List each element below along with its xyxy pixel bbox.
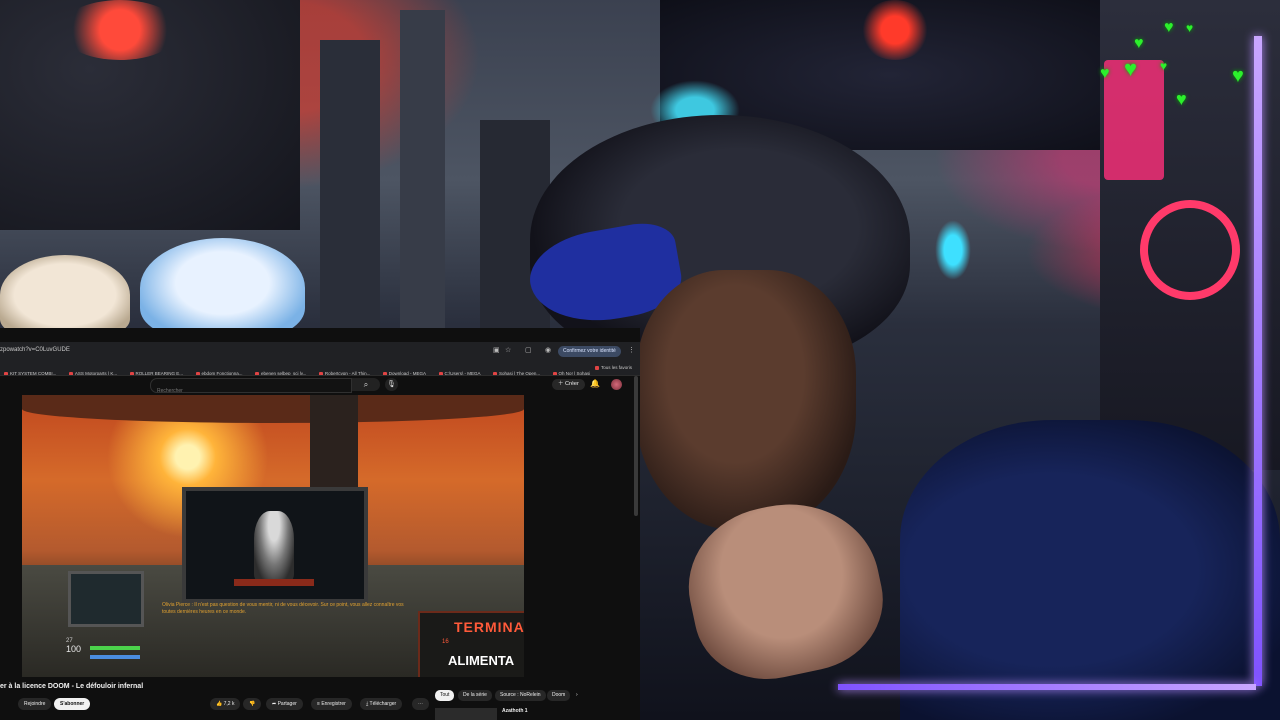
subscribe-button[interactable]: S'abonner xyxy=(54,698,91,710)
browser-window: zpowatch?v=C0LuvGUDE ▣ ☆ ▢ ◉ Confirmez v… xyxy=(0,328,640,720)
create-label: Créer xyxy=(565,381,579,387)
star-icon[interactable]: ☆ xyxy=(505,347,512,354)
like-count: 7,2 k xyxy=(223,701,235,707)
streamer-body xyxy=(900,420,1280,720)
heart-icon: ♥ xyxy=(1186,21,1194,35)
avatar[interactable] xyxy=(611,379,622,390)
all-bookmarks[interactable]: Tous les favoris xyxy=(595,365,632,370)
health-bar xyxy=(90,646,140,650)
bookmarks-bar: KIT SYSTEM COMBI... ASS Motorparts | K..… xyxy=(0,362,640,376)
notifications-bell-icon[interactable]: 🔔 xyxy=(590,379,600,388)
game-hud: 27 100 xyxy=(66,638,140,659)
recommended-thumbnail[interactable] xyxy=(435,708,497,720)
create-button[interactable]: ＋ Créer xyxy=(552,379,585,390)
recommended-title[interactable]: Azathoth 1 xyxy=(502,708,528,714)
game-monitor xyxy=(182,487,368,603)
webcam-frame-border xyxy=(1254,36,1262,686)
chip-series[interactable]: De la série xyxy=(458,690,492,701)
share-label: Partager xyxy=(277,701,297,707)
video-player[interactable]: Olivia Pierce : Il n'est pas question de… xyxy=(22,395,524,677)
game-character-nameplate xyxy=(234,579,314,586)
plush-toy xyxy=(140,238,305,338)
install-icon[interactable]: ▣ xyxy=(493,347,500,354)
streamer-face xyxy=(636,270,856,530)
dislike-button[interactable]: 👎 xyxy=(243,698,262,710)
health-value: 100 xyxy=(66,644,82,654)
heart-icon: ♥ xyxy=(1160,59,1168,73)
url-text[interactable]: zpowatch?v=C0LuvGUDE xyxy=(0,347,70,353)
join-button[interactable]: Rejoindre xyxy=(18,698,52,710)
search-icon[interactable]: ⌕ xyxy=(352,378,380,391)
extensions-icon[interactable]: ▢ xyxy=(525,347,532,354)
search-box[interactable] xyxy=(150,378,353,398)
game-scene-ceiling xyxy=(22,395,524,423)
profile-icon[interactable]: ◉ xyxy=(545,347,552,354)
menu-icon[interactable]: ⋮ xyxy=(628,347,635,354)
like-button[interactable]: 👍 7,2 k xyxy=(210,698,241,710)
webcam-frame-border xyxy=(838,684,1256,690)
terminal-title: TERMINA xyxy=(454,619,524,635)
heart-icon: ♥ xyxy=(1164,19,1174,36)
video-title: er à la licence DOOM - Le défouloir infe… xyxy=(0,683,144,690)
youtube-header: ⌕ 🎙 ＋ Créer 🔔 xyxy=(0,376,640,398)
mic-icon[interactable]: 🎙 xyxy=(385,378,398,391)
confirm-identity-button[interactable]: Confirmez votre identité xyxy=(558,346,621,357)
game-tablet xyxy=(68,571,144,627)
plush-toy xyxy=(0,255,130,335)
heart-icon: ♥ xyxy=(1100,65,1110,82)
neon-logo xyxy=(1140,200,1240,300)
chip-doom[interactable]: Doom xyxy=(547,690,571,701)
save-button[interactable]: ≡ Enregistrer xyxy=(311,698,352,710)
chevron-right-icon[interactable]: › xyxy=(571,690,583,701)
neon-sign xyxy=(60,0,180,60)
terminal-subtitle: ALIMENTA xyxy=(448,653,515,668)
download-button[interactable]: ⤓ Télécharger xyxy=(360,698,403,710)
save-label: Enregistrer xyxy=(321,701,346,707)
neon-light xyxy=(935,220,971,280)
chip-all[interactable]: Tout xyxy=(435,690,455,701)
neon-sign xyxy=(860,0,930,60)
chip-source[interactable]: Source : NoRelein xyxy=(495,690,546,701)
heart-icon: ♥ xyxy=(1176,89,1187,109)
address-bar[interactable]: zpowatch?v=C0LuvGUDE ▣ ☆ ▢ ◉ Confirmez v… xyxy=(0,342,640,363)
heart-icon: ♥ xyxy=(1124,56,1138,81)
game-terminal: TERMINA 16 ALIMENTA xyxy=(418,611,524,677)
game-subtitle: Olivia Pierce : Il n'est pas question de… xyxy=(162,602,404,615)
city-building xyxy=(320,40,380,330)
more-options-icon[interactable]: ⋯ xyxy=(412,698,429,710)
ammo-value: 16 xyxy=(442,639,449,645)
armor-bar xyxy=(90,655,140,659)
heart-icon: ♥ xyxy=(1134,35,1144,52)
download-label: Télécharger xyxy=(369,701,397,707)
city-building xyxy=(400,10,445,330)
scrollbar[interactable] xyxy=(634,376,638,516)
share-button[interactable]: ➦ Partager xyxy=(266,698,303,710)
heart-icon: ♥ xyxy=(1232,65,1244,87)
game-character xyxy=(254,511,294,581)
